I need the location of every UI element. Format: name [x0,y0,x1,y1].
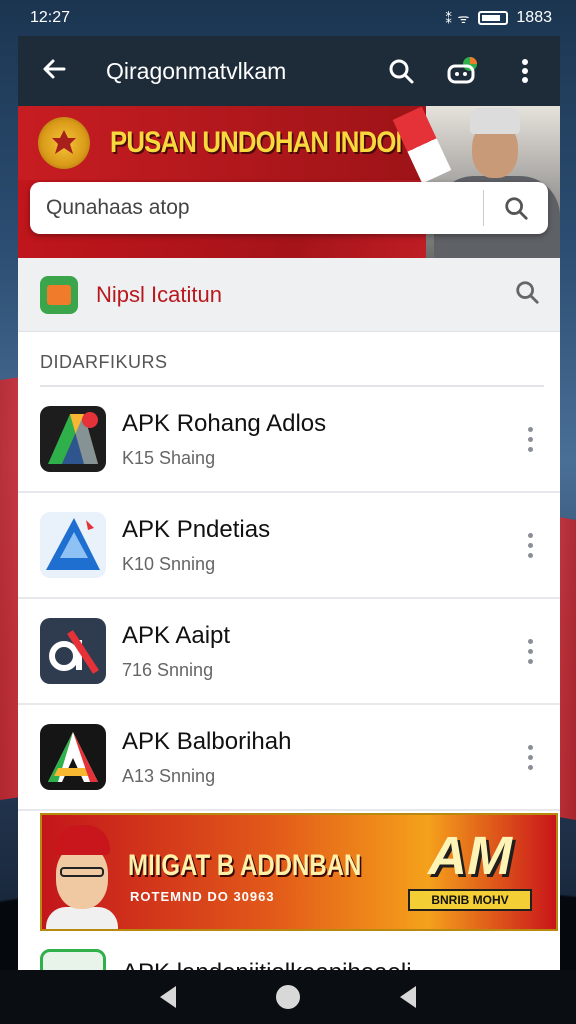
search-icon[interactable] [514,279,540,310]
app-window: Qiragonmatvlkam PUSAN UNDOHAN INDONESIA [18,36,560,970]
promo-brand-text: AM [428,826,512,886]
app-icon-ai [40,618,106,684]
more-options-icon[interactable] [504,50,546,92]
search-icon [505,197,528,220]
hero-search-input[interactable] [30,196,483,220]
status-icons: ⁑ ᯤ 1883 [445,9,552,27]
promo-title: MIIGAT B ADDNBAN [128,849,362,882]
promo-subtitle: ROTEMND DO 30963 [130,889,275,904]
list-item-subtitle: 716 Snning [122,659,214,680]
section-label: DIDARFIKURS [40,352,544,387]
signal-icon: ⁑ ᯤ [445,11,471,26]
list-item-subtitle: K10 Snning [122,553,216,574]
overflow-menu-icon[interactable] [520,742,540,772]
promo-brand-logo: AM BNRIB MOHV [408,829,532,923]
game-controller-icon[interactable] [442,50,484,92]
list-item-text: APK Pndetias K10 Snning [122,516,520,575]
list-item-title: APK Balborihah [122,727,292,755]
app-icon-maps [40,406,106,472]
promo-brand-tag: BNRIB MOHV [408,889,532,911]
list-item[interactable]: APK Rohang Adlos K15 Shaing [18,387,560,493]
list-item-subtitle: A13 Snning [122,765,216,786]
list-item[interactable]: APK landeniitiolkaanihoaeli [18,931,560,970]
list-item[interactable]: APK Pndetias K10 Snning [18,493,560,599]
status-battery-text: 1883 [516,9,552,26]
list-item-text: APK Aaipt 716 Snning [122,622,520,681]
overflow-menu-icon[interactable] [520,636,540,666]
garuda-emblem-icon [38,117,90,169]
list-item[interactable]: APK Balborihah A13 Snning [18,705,560,811]
nav-home-icon[interactable] [276,985,300,1009]
toolbar: Qiragonmatvlkam [18,36,560,106]
list-item-text: APK Balborihah A13 Snning [122,728,520,787]
app-logo-icon [40,275,78,314]
list-item-title: APK Aaipt [122,621,231,649]
list-item-title: APK landeniitiolkaanihoaeli [122,959,412,970]
status-bar: 12:27 ⁑ ᯤ 1883 [0,0,576,36]
navigation-bar [0,970,576,1024]
app-name: Nipsl Icatitun [96,281,222,307]
list-item-title: APK Pndetias [122,515,271,543]
app-header: Nipsl Icatitun [18,258,560,332]
nav-back-icon[interactable] [160,986,176,1008]
app-icon-partial [40,949,106,970]
status-time: 12:27 [30,9,71,26]
battery-icon [478,11,509,25]
list-item-text: APK Rohang Adlos K15 Shaing [122,410,520,469]
overflow-menu-icon[interactable] [520,530,540,560]
app-icon-triangle [40,724,106,790]
toolbar-title: Qiragonmatvlkam [106,57,287,84]
app-icon-blue-a [40,512,106,578]
list-item[interactable]: APK Aaipt 716 Snning [18,599,560,705]
back-arrow-icon[interactable] [40,55,72,88]
hero-banner: PUSAN UNDOHAN INDONESIA [18,106,560,258]
search-icon[interactable] [380,50,422,92]
list-item-subtitle: K15 Shaing [122,447,216,468]
hero-search-bar [30,182,548,234]
search-button[interactable] [484,182,548,234]
promo-character-image [46,821,118,929]
list-item-title: APK Rohang Adlos [122,409,327,437]
promo-banner[interactable]: MIIGAT B ADDNBAN ROTEMND DO 30963 AM BNR… [40,813,558,931]
nav-recents-icon[interactable] [400,986,416,1008]
overflow-menu-icon[interactable] [520,424,540,454]
